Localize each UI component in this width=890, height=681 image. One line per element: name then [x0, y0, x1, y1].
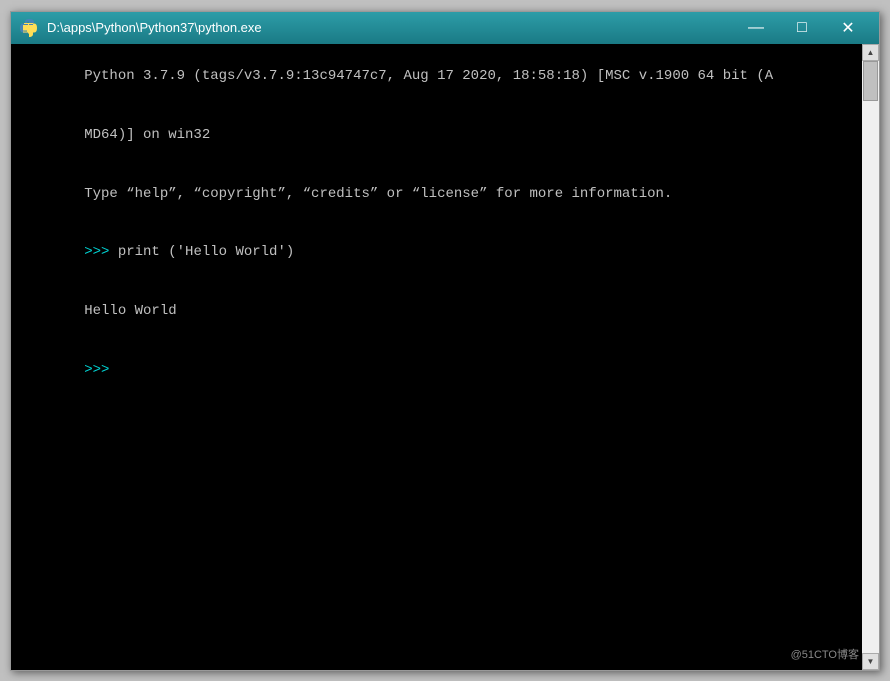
title-bar-left: D:\apps\Python\Python37\python.exe: [19, 18, 262, 38]
terminal-line-4: >>> print ('Hello World'): [17, 224, 856, 283]
python-icon: [19, 18, 39, 38]
title-bar: D:\apps\Python\Python37\python.exe — □ ✕: [11, 12, 879, 44]
window-controls: — □ ✕: [733, 12, 871, 44]
terminal-line-6: >>>: [17, 341, 856, 400]
scroll-track[interactable]: [862, 61, 879, 653]
terminal-line-1: Python 3.7.9 (tags/v3.7.9:13c94747c7, Au…: [17, 48, 856, 107]
terminal-line-3: Type “help”, “copyright”, “credits” or “…: [17, 165, 856, 224]
terminal-body: Python 3.7.9 (tags/v3.7.9:13c94747c7, Au…: [11, 44, 879, 670]
close-button[interactable]: ✕: [825, 12, 871, 44]
prompt-2: >>>: [84, 362, 118, 378]
terminal-line-5: Hello World: [17, 283, 856, 342]
terminal-content[interactable]: Python 3.7.9 (tags/v3.7.9:13c94747c7, Au…: [11, 44, 862, 670]
scroll-up-arrow[interactable]: ▲: [862, 44, 879, 61]
python-window: D:\apps\Python\Python37\python.exe — □ ✕…: [10, 11, 880, 671]
watermark: @51CTO博客: [791, 646, 859, 662]
maximize-button[interactable]: □: [779, 12, 825, 44]
command-1: print ('Hello World'): [118, 244, 294, 260]
scroll-thumb[interactable]: [863, 61, 878, 101]
scrollbar[interactable]: ▲ ▼: [862, 44, 879, 670]
terminal-line-2: MD64)] on win32: [17, 106, 856, 165]
window-title: D:\apps\Python\Python37\python.exe: [47, 20, 262, 35]
prompt-1: >>>: [84, 244, 118, 260]
scroll-down-arrow[interactable]: ▼: [862, 653, 879, 670]
minimize-button[interactable]: —: [733, 12, 779, 44]
